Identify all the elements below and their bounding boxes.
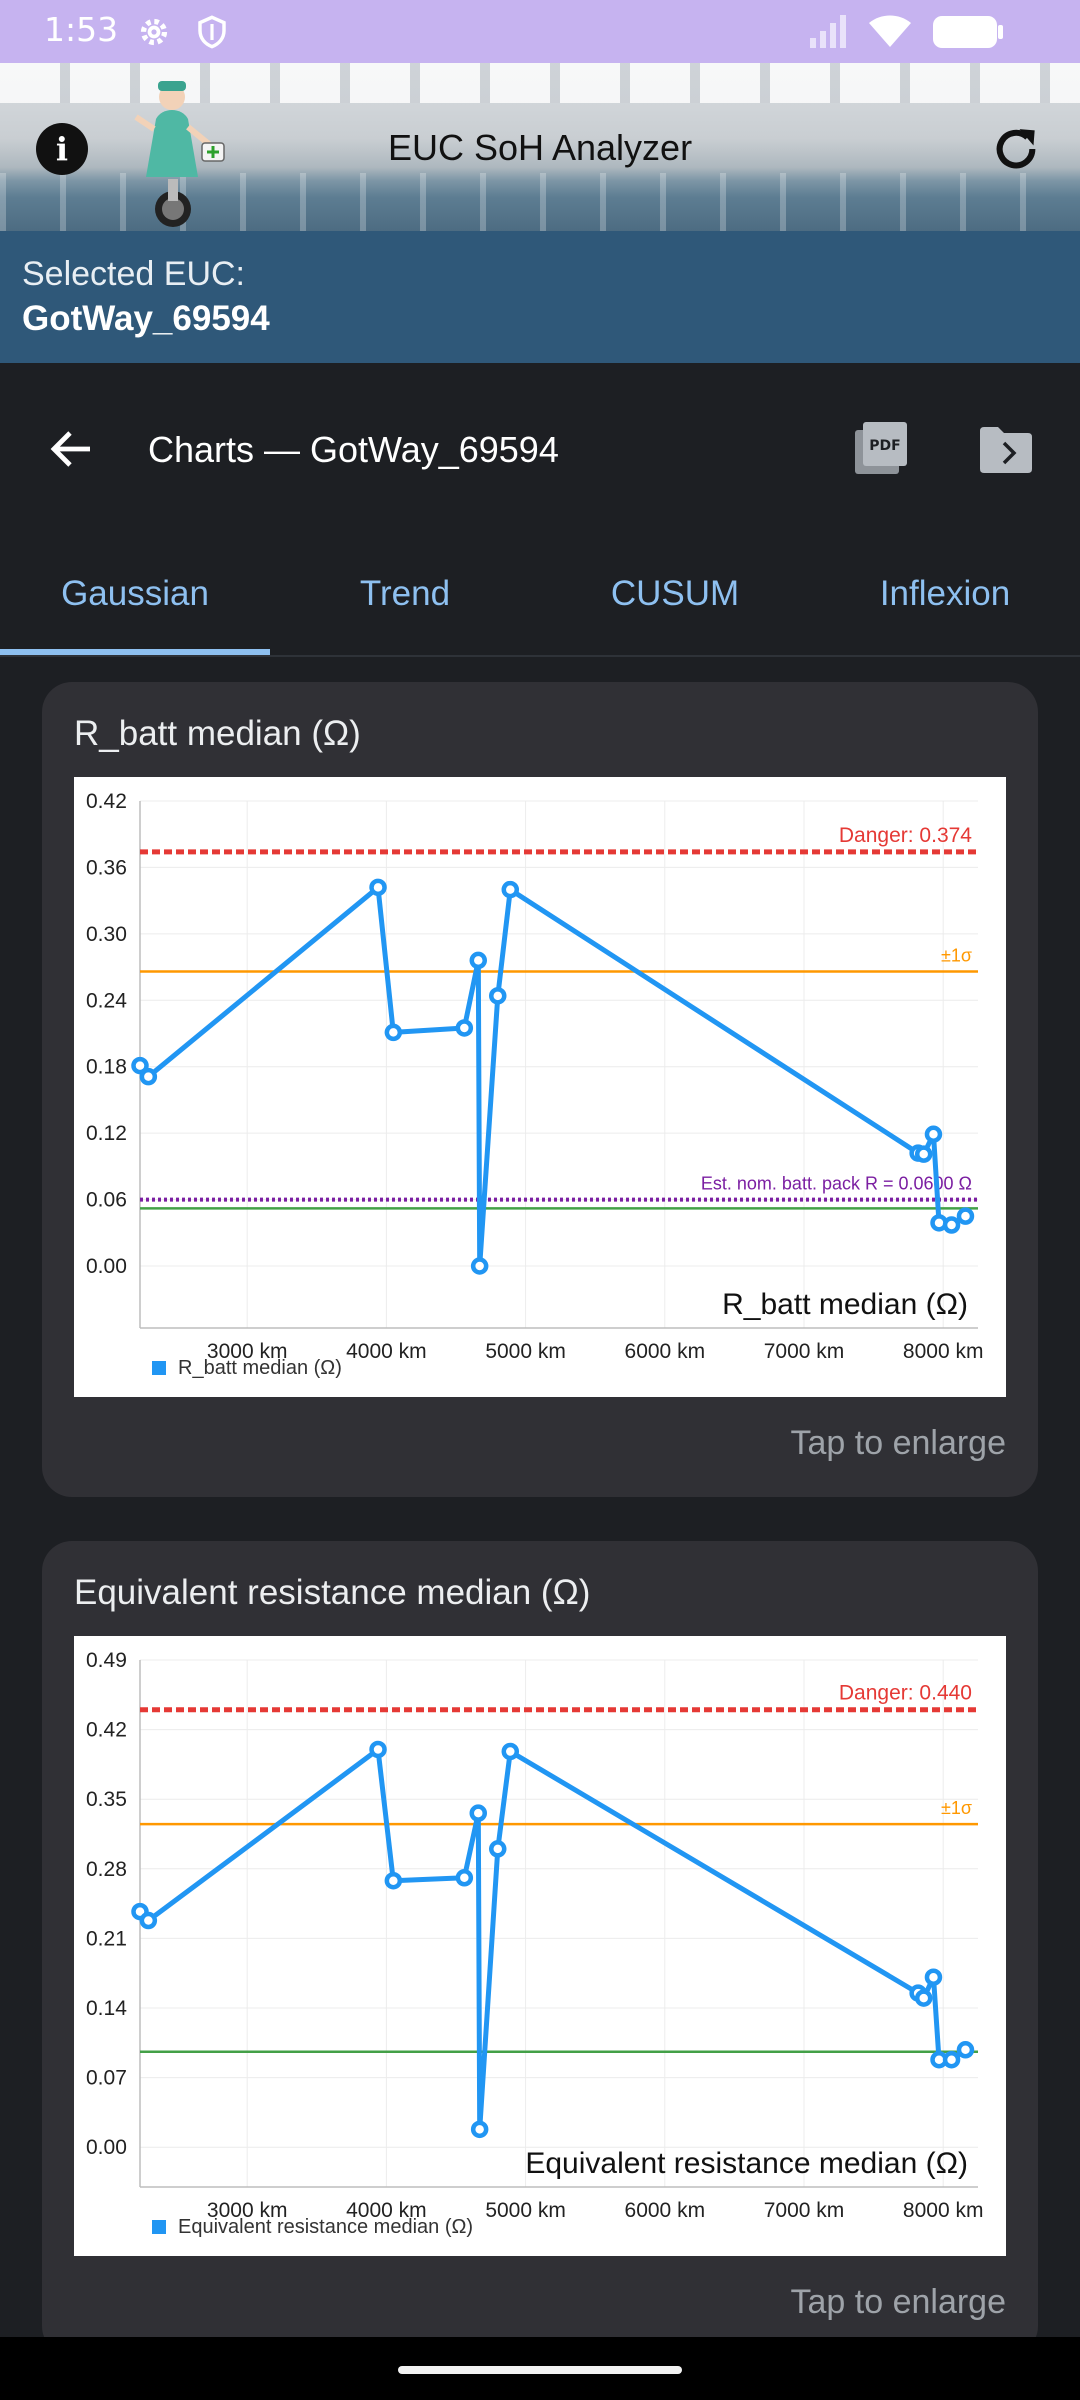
x-tick-label: 6000 km	[625, 1340, 706, 1363]
chart-tabs: Gaussian Trend CUSUM Inflexion	[0, 533, 1080, 657]
y-tick-label: 0.12	[86, 1122, 127, 1145]
data-point	[956, 2041, 975, 2059]
selected-euc-panel: Selected EUC: GotWay_69594	[0, 231, 1080, 363]
app-title: EUC SoH Analyzer	[387, 127, 693, 168]
battery-icon	[933, 16, 1003, 48]
y-tick-label: 0.07	[86, 2067, 127, 2090]
data-point	[470, 2120, 489, 2139]
y-tick-label: 0.21	[86, 1927, 127, 1950]
data-point	[455, 1019, 474, 1037]
tab-inflexion[interactable]: Inflexion	[810, 533, 1080, 655]
chart-card-rbatt[interactable]: R_batt median (Ω) 0.00 0.06 0.12 0.18 0.24 0.…	[42, 682, 1038, 1497]
data-point	[924, 1125, 943, 1143]
x-tick-label: 4000 km	[346, 1340, 427, 1363]
data-point	[470, 1257, 489, 1275]
chart-card-title: R_batt median (Ω)	[74, 714, 361, 753]
tab-trend[interactable]: Trend	[270, 533, 540, 655]
tap-to-enlarge-label: Tap to enlarge	[790, 2283, 1007, 2321]
data-point	[942, 2050, 961, 2069]
data-point	[501, 1742, 520, 1761]
data-point	[469, 951, 488, 970]
x-tick-label: 5000 km	[485, 2199, 566, 2222]
reference-line-label: Danger: 0.440	[839, 1682, 972, 1705]
chart-container[interactable]: 0.00 0.07 0.14 0.21 0.28 0.35 0.42 0.49 3000 km 4…	[74, 1636, 1006, 2256]
equivalent-resistance-chart: 0.000.070.140.210.280.350.420.493000 km 4…	[86, 1649, 984, 2238]
shield-icon	[198, 15, 226, 49]
x-tick-label: 8000 km	[903, 1340, 984, 1363]
chart-inner-label: Equivalent resistance median (Ω)	[525, 2147, 968, 2180]
active-tab-indicator	[0, 649, 270, 655]
selected-euc-value: GotWay_69594	[22, 299, 270, 338]
x-tick-label: 5000 km	[485, 1340, 566, 1363]
data-point	[455, 1869, 474, 1887]
reference-line-label: ±1σ	[941, 946, 972, 966]
reference-line-label: ±1σ	[941, 1798, 972, 1818]
status-bar: 1:53	[0, 0, 1080, 63]
data-point	[369, 878, 387, 897]
rbatt-chart: 0.000.060.120.180.240.300.360.423000 km 4…	[86, 790, 984, 1379]
selected-euc-label: Selected EUC:	[22, 255, 245, 293]
y-tick-label: 0.36	[86, 856, 127, 879]
data-point	[489, 1840, 507, 1858]
y-tick-label: 0.42	[86, 1719, 127, 1742]
series-line	[138, 1747, 967, 2132]
reference-line-label: Danger: 0.374	[839, 824, 972, 847]
data-point	[139, 1067, 158, 1086]
y-tick-label: 0.42	[86, 790, 127, 813]
data-point	[139, 1911, 158, 1930]
home-gesture-handle[interactable]	[398, 2366, 682, 2374]
y-tick-label: 0.18	[86, 1056, 127, 1079]
data-point	[384, 1023, 403, 1042]
chart-card-title: Equivalent resistance median (Ω)	[74, 1573, 591, 1612]
system-nav-bar	[0, 2337, 1080, 2400]
refresh-icon[interactable]	[988, 121, 1044, 177]
pdf-icon[interactable]: PDF	[852, 421, 910, 477]
data-point	[914, 1989, 933, 2007]
chart-container[interactable]: 0.00 0.06 0.12 0.18 0.24 0.30 0.36 0.42 3000 km 4…	[74, 777, 1006, 1397]
data-point	[489, 987, 507, 1005]
charts-toolbar: Charts — GotWay_69594 PDF	[0, 363, 1080, 533]
y-tick-label: 0.49	[86, 1649, 127, 1672]
chart-inner-label: R_batt median (Ω)	[722, 1288, 968, 1321]
data-point	[924, 1968, 943, 1986]
x-tick-label: 7000 km	[764, 2199, 845, 2222]
legend-label: R_batt median (Ω)	[178, 1357, 342, 1379]
y-tick-label: 0.24	[86, 989, 127, 1012]
y-tick-label: 0.14	[86, 1997, 127, 2020]
data-point	[956, 1207, 975, 1225]
data-point	[384, 1871, 403, 1890]
gear-icon	[140, 18, 168, 46]
x-tick-label: 7000 km	[764, 1340, 845, 1363]
tap-to-enlarge-label: Tap to enlarge	[790, 1424, 1007, 1462]
folder-export-icon[interactable]	[978, 423, 1034, 475]
data-point	[469, 1804, 488, 1822]
y-tick-label: 0.30	[86, 923, 127, 946]
back-arrow-icon[interactable]	[48, 425, 96, 473]
svg-text:PDF: PDF	[869, 438, 900, 454]
tab-cusum[interactable]: CUSUM	[540, 533, 810, 655]
x-tick-label: 6000 km	[625, 2199, 706, 2222]
legend-swatch	[152, 1361, 166, 1375]
app-header: i EUC SoH Analyzer	[0, 63, 1080, 231]
y-tick-label: 0.28	[86, 1858, 127, 1881]
y-tick-label: 0.00	[86, 1255, 127, 1278]
data-point	[914, 1145, 933, 1163]
status-time: 1:53	[44, 10, 119, 49]
data-point	[942, 1216, 961, 1234]
chart-card-equivalent-resistance[interactable]: Equivalent resistance median (Ω) 0.00 0.0…	[42, 1541, 1038, 2356]
reference-line-label: Est. nom. batt. pack R = 0.0600 Ω	[701, 1174, 972, 1194]
y-tick-label: 0.35	[86, 1788, 127, 1811]
wifi-icon	[869, 15, 911, 47]
legend-label: Equivalent resistance median (Ω)	[178, 2216, 473, 2238]
tab-gaussian[interactable]: Gaussian	[0, 533, 270, 655]
toolbar-title: Charts — GotWay_69594	[148, 429, 559, 470]
y-tick-label: 0.00	[86, 2136, 127, 2159]
y-tick-label: 0.06	[86, 1189, 127, 1212]
signal-icon	[810, 15, 846, 48]
data-point	[501, 880, 520, 899]
data-point	[369, 1740, 387, 1759]
legend-swatch	[152, 2220, 166, 2234]
x-tick-label: 8000 km	[903, 2199, 984, 2222]
